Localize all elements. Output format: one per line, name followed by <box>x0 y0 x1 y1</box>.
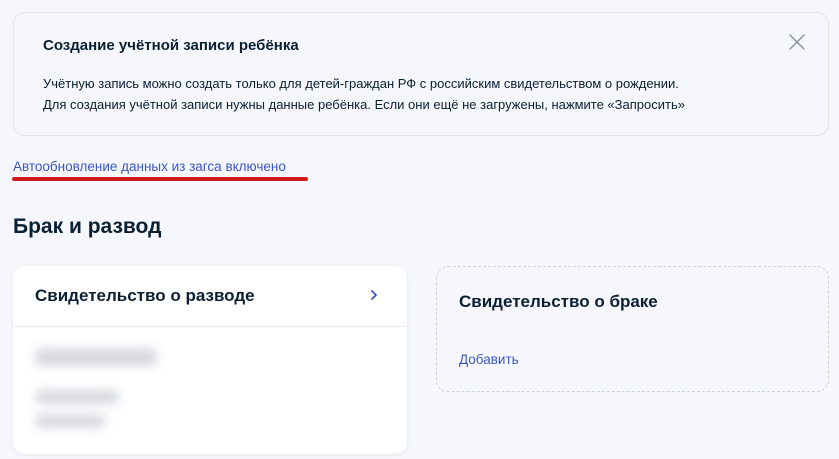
blurred-certificate-date <box>35 414 105 428</box>
divorce-certificate-title: Свидетельство о разводе <box>35 286 255 305</box>
marriage-certificate-title: Свидетельство о браке <box>459 292 658 311</box>
auto-update-link[interactable]: Автообновление данных из загса включено <box>13 159 286 174</box>
blurred-certificate-detail <box>35 390 119 404</box>
divorce-certificate-header[interactable]: Свидетельство о разводе <box>13 266 407 327</box>
info-banner-line-2: Для создания учётной записи нужны данные… <box>43 97 685 112</box>
marriage-certificate-card: Свидетельство о браке Добавить <box>436 266 829 392</box>
info-banner-title: Создание учётной записи ребёнка <box>43 37 299 54</box>
red-highlight-underline <box>12 177 308 181</box>
close-icon[interactable] <box>788 33 806 51</box>
blurred-certificate-number <box>35 348 157 366</box>
info-banner: Создание учётной записи ребёнка Учётную … <box>13 12 829 136</box>
add-marriage-certificate-link[interactable]: Добавить <box>459 352 519 367</box>
info-banner-line-1: Учётную запись можно создать только для … <box>43 76 679 91</box>
section-title: Брак и развод <box>13 215 162 238</box>
chevron-right-icon[interactable] <box>369 288 379 302</box>
info-banner-text: Учётную запись можно создать только для … <box>43 73 685 115</box>
divorce-certificate-card: Свидетельство о разводе <box>13 266 407 454</box>
